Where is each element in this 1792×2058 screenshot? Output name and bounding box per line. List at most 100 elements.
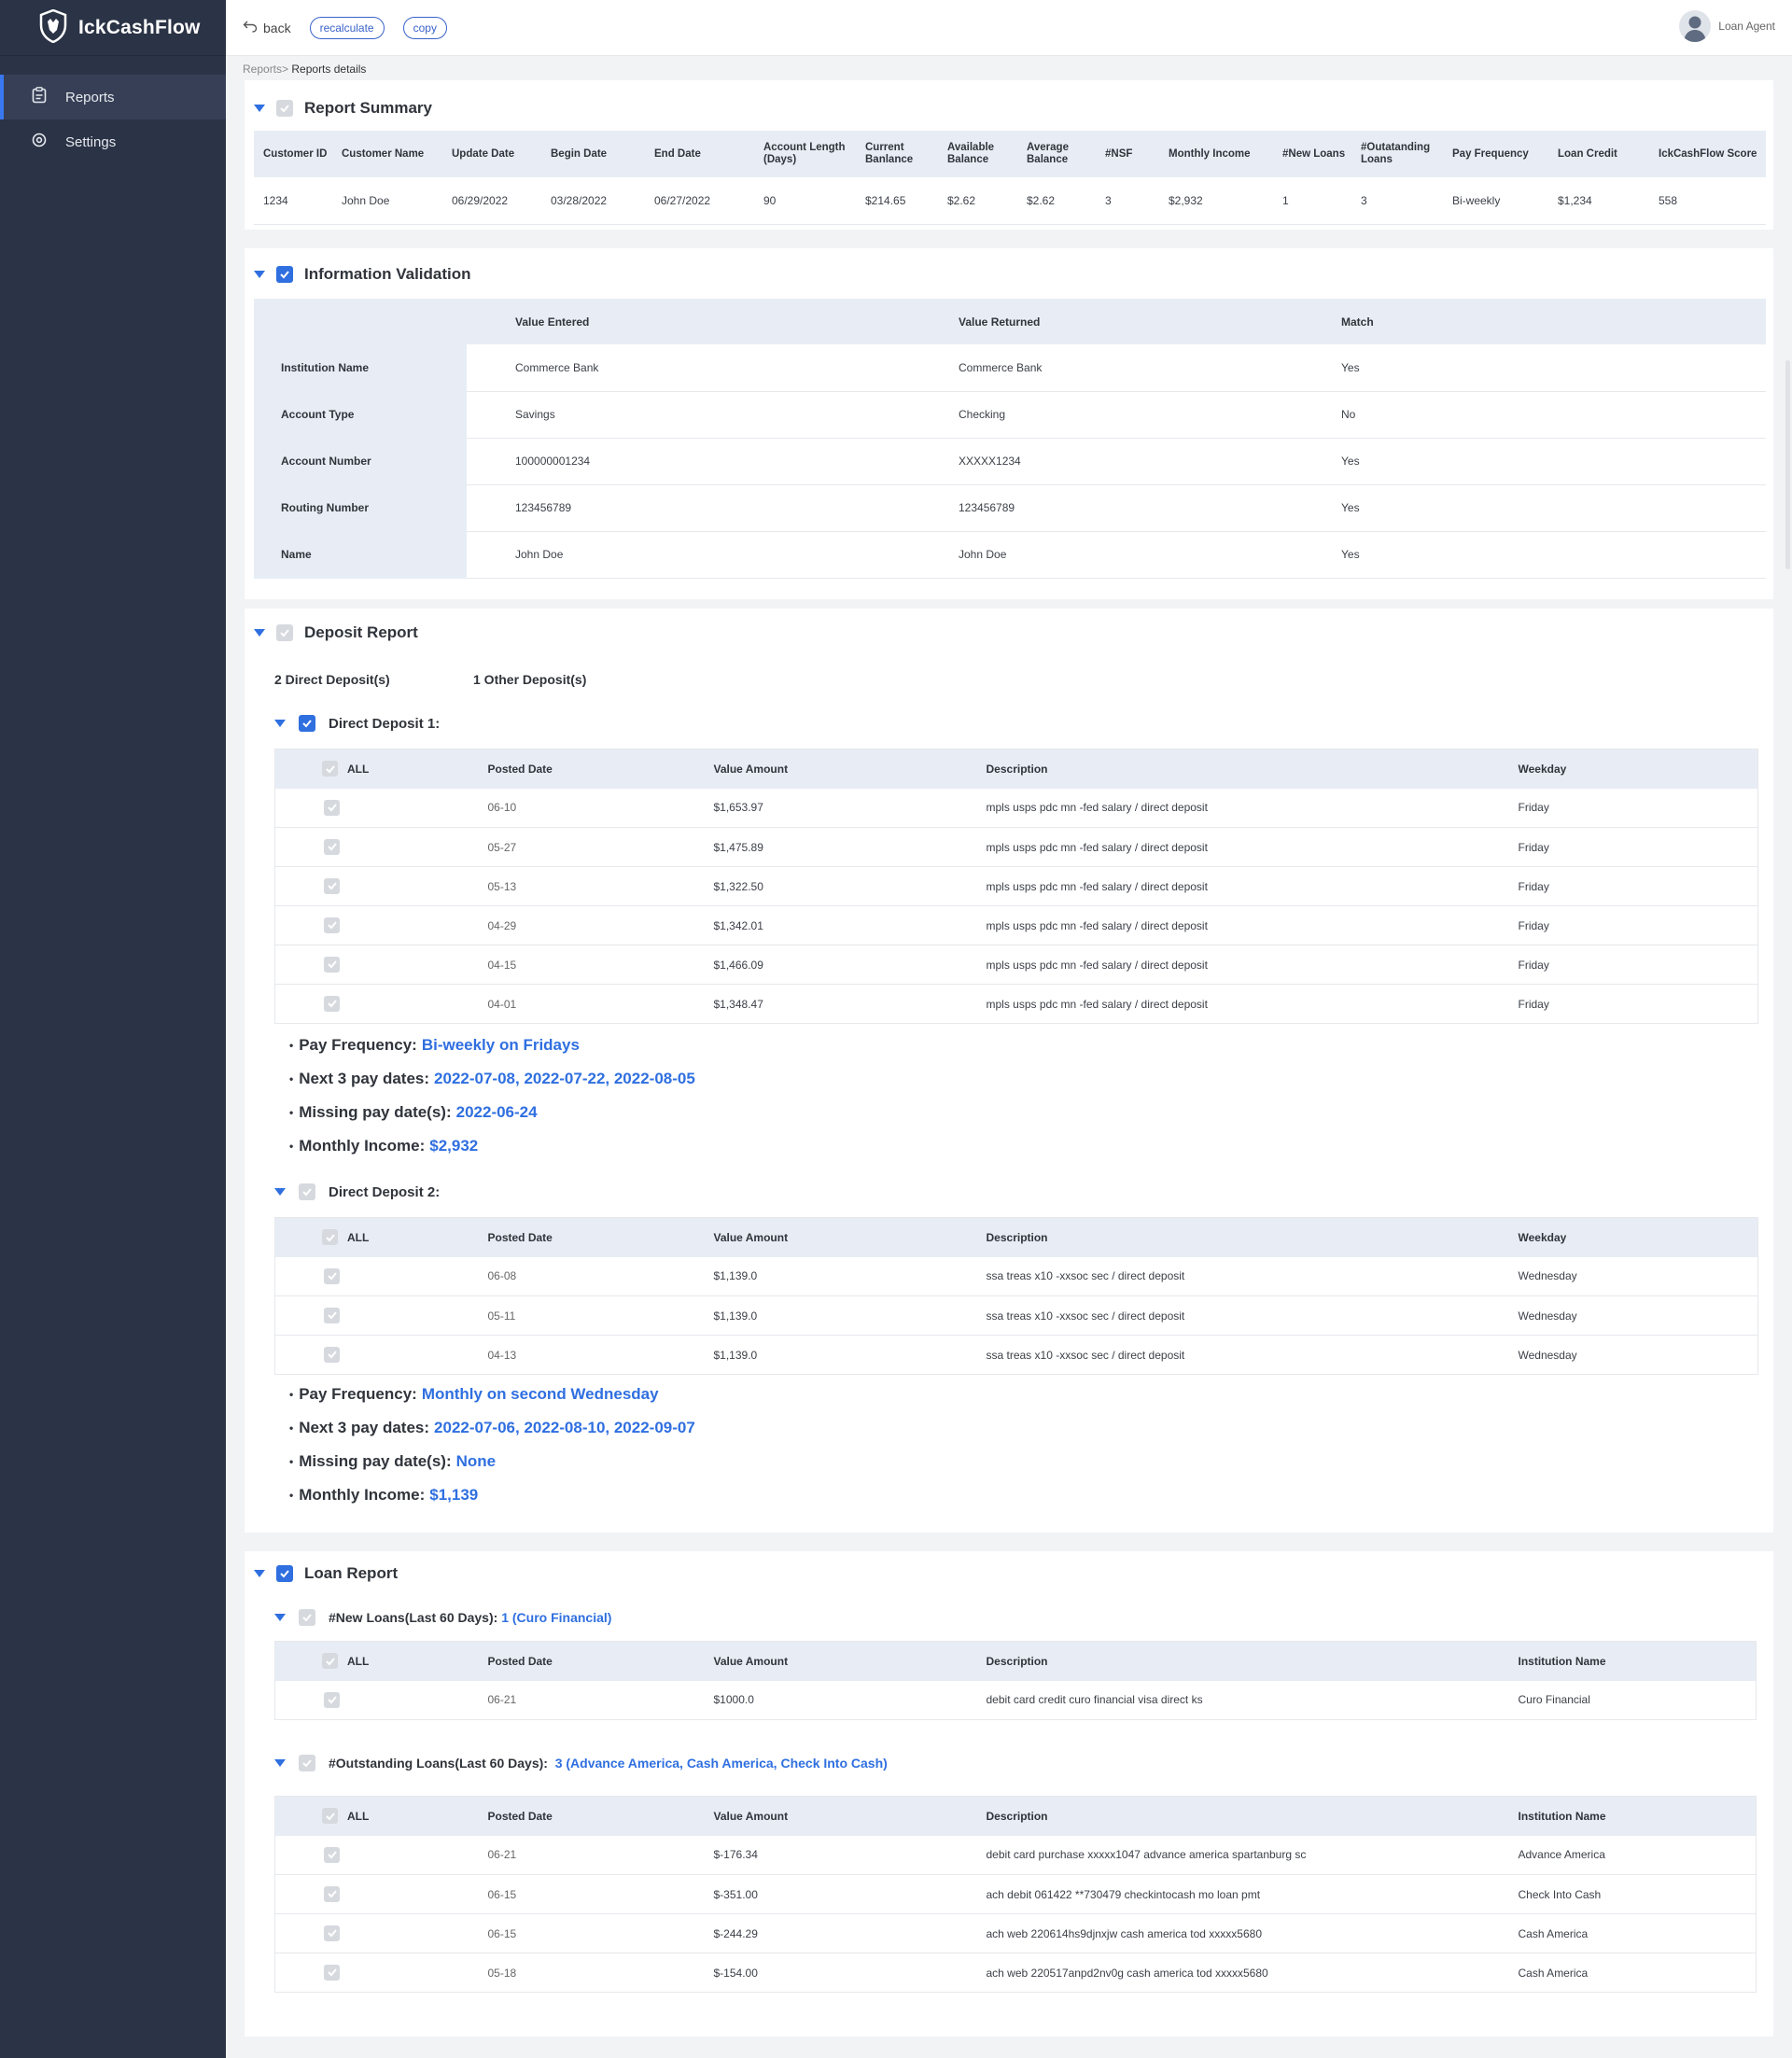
user-menu[interactable]: Loan Agent xyxy=(1679,10,1775,42)
select-all-checkbox[interactable] xyxy=(322,1653,338,1669)
sidebar-item-settings[interactable]: Settings xyxy=(0,119,226,164)
row-select[interactable] xyxy=(274,984,488,1024)
row-select[interactable] xyxy=(274,1295,488,1336)
section-title: Deposit Report xyxy=(304,623,418,641)
copy-button[interactable]: copy xyxy=(402,16,447,39)
row-select[interactable] xyxy=(274,1874,488,1914)
table-row: 04-29 $1,342.01 mpls usps pdc mn -fed sala… xyxy=(274,905,1758,945)
group-checkbox[interactable] xyxy=(299,1609,315,1626)
collapse-caret-icon[interactable] xyxy=(274,1188,286,1196)
row-checkbox[interactable] xyxy=(324,1307,340,1323)
group-checkbox[interactable] xyxy=(299,1755,315,1771)
select-all-header[interactable]: ALL xyxy=(274,1641,488,1681)
row-select[interactable] xyxy=(274,945,488,985)
row-checkbox[interactable] xyxy=(324,1964,340,1981)
column-header: Customer ID xyxy=(254,131,340,177)
description: debit card credit curo financial visa di… xyxy=(986,1680,1519,1720)
select-all-header[interactable]: ALL xyxy=(274,749,488,789)
recalculate-button[interactable]: recalculate xyxy=(309,16,385,39)
group-checkbox[interactable] xyxy=(299,1183,315,1200)
pay-info-item: • Monthly Income: $2,932 xyxy=(289,1137,479,1155)
section-checkbox[interactable] xyxy=(276,100,293,117)
row-checkbox[interactable] xyxy=(324,995,340,1012)
pay-info-item: • Next 3 pay dates: 2022-07-06, 2022-08-10… xyxy=(289,1419,695,1436)
row-select[interactable] xyxy=(274,1680,488,1720)
select-all-header[interactable]: ALL xyxy=(274,1217,488,1257)
back-button[interactable]: back xyxy=(243,20,291,35)
section-checkbox[interactable] xyxy=(276,624,293,641)
breadcrumb-parent[interactable]: Reports> xyxy=(243,63,288,76)
user-name: Loan Agent xyxy=(1718,20,1775,33)
row-checkbox[interactable] xyxy=(324,956,340,973)
table-row: 04-01 $1,348.47 mpls usps pdc mn -fed sala… xyxy=(274,984,1758,1024)
select-all-checkbox[interactable] xyxy=(322,1229,338,1245)
section-checkbox[interactable] xyxy=(276,1565,293,1582)
select-all-checkbox[interactable] xyxy=(322,761,338,777)
weekday: Friday xyxy=(1518,788,1758,828)
value-entered: Commerce Bank xyxy=(467,344,959,392)
collapse-caret-icon[interactable] xyxy=(254,271,265,278)
column-header: Institution Name xyxy=(1518,1641,1757,1681)
row-select[interactable] xyxy=(274,866,488,906)
row-select[interactable] xyxy=(274,905,488,945)
posted-date: 05-13 xyxy=(487,866,714,906)
collapse-caret-icon[interactable] xyxy=(254,1570,265,1577)
table-row: 04-15 $1,466.09 mpls usps pdc mn -fed sala… xyxy=(274,945,1758,985)
column-header: Match xyxy=(1341,299,1766,344)
row-checkbox[interactable] xyxy=(324,1885,340,1902)
match-value: Yes xyxy=(1341,344,1766,392)
row-select[interactable] xyxy=(274,788,488,828)
pay-info-item: • Next 3 pay dates: 2022-07-08, 2022-07-22… xyxy=(289,1070,695,1087)
weekday: Friday xyxy=(1518,945,1758,985)
row-checkbox[interactable] xyxy=(324,1346,340,1363)
summary-value: 3 xyxy=(1359,177,1450,225)
row-select[interactable] xyxy=(274,1913,488,1953)
section-checkbox[interactable] xyxy=(276,266,293,283)
select-all-checkbox[interactable] xyxy=(322,1808,338,1824)
collapse-caret-icon[interactable] xyxy=(254,105,265,112)
row-checkbox[interactable] xyxy=(324,838,340,855)
sidebar-item-reports[interactable]: Reports xyxy=(0,75,226,119)
row-select[interactable] xyxy=(274,1256,488,1296)
collapse-caret-icon[interactable] xyxy=(254,629,265,637)
app-logo[interactable]: IckCashFlow xyxy=(0,0,226,56)
row-checkbox[interactable] xyxy=(324,877,340,894)
posted-date: 06-08 xyxy=(487,1256,714,1296)
value-returned: Commerce Bank xyxy=(959,344,1341,392)
page-scrollbar[interactable] xyxy=(1785,360,1790,569)
select-all-label: ALL xyxy=(347,1809,370,1823)
collapse-caret-icon[interactable] xyxy=(274,1759,286,1767)
table-row: 06-08 $1,139.0 ssa treas x10 -xxsoc sec / … xyxy=(274,1256,1758,1296)
table-row: 06-21 $1000.0 debit card credit curo finan… xyxy=(274,1680,1757,1720)
row-checkbox[interactable] xyxy=(324,1691,340,1708)
new-loans-header: #New Loans(Last 60 Days): 1 (Curo Financ… xyxy=(274,1609,611,1626)
pay-info-value: 2022-07-06, 2022-08-10, 2022-09-07 xyxy=(434,1419,695,1436)
report-icon xyxy=(32,87,47,107)
summary-table: Customer ID Customer Name Update Date Begin… xyxy=(254,131,1766,225)
row-select[interactable] xyxy=(274,827,488,867)
summary-value: John Doe xyxy=(340,177,450,225)
row-checkbox[interactable] xyxy=(324,1925,340,1941)
row-select[interactable] xyxy=(274,1835,488,1875)
match-value: Yes xyxy=(1341,531,1766,579)
pay-info-label: Pay Frequency: xyxy=(299,1036,417,1054)
column-header: #Outatanding Loans xyxy=(1359,131,1450,177)
column-header: Posted Date xyxy=(487,1796,714,1836)
row-checkbox[interactable] xyxy=(324,1267,340,1284)
row-checkbox[interactable] xyxy=(324,799,340,816)
posted-date: 06-21 xyxy=(487,1680,714,1720)
collapse-caret-icon[interactable] xyxy=(274,1614,286,1621)
table-row: Institution Name Commerce Bank Commerce Ba… xyxy=(254,344,1766,392)
row-checkbox[interactable] xyxy=(324,1846,340,1863)
summary-value: $2.62 xyxy=(1025,177,1103,225)
table-row: Name John Doe John Doe Yes xyxy=(254,531,1766,579)
new-loans-label: #New Loans(Last 60 Days): xyxy=(329,1610,498,1625)
select-all-header[interactable]: ALL xyxy=(274,1796,488,1836)
row-checkbox[interactable] xyxy=(324,917,340,933)
row-select[interactable] xyxy=(274,1335,488,1375)
description: ssa treas x10 -xxsoc sec / direct deposi… xyxy=(986,1256,1519,1296)
row-select[interactable] xyxy=(274,1953,488,1993)
group-checkbox[interactable] xyxy=(299,715,315,732)
collapse-caret-icon[interactable] xyxy=(274,720,286,727)
value-returned: John Doe xyxy=(959,531,1341,579)
